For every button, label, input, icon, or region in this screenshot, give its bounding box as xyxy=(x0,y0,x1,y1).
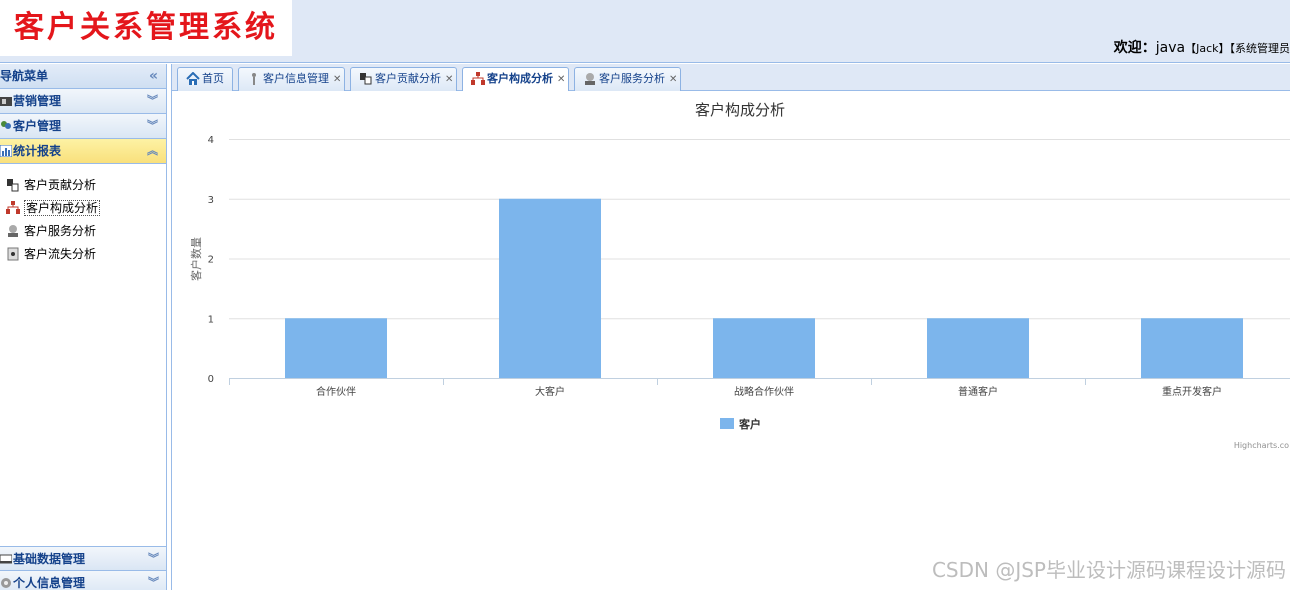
tab-label: 客户构成分析 xyxy=(487,72,553,85)
sidebar-group-label: 基础数据管理 xyxy=(13,552,86,566)
sidebar-item-composition[interactable]: 客户构成分析 xyxy=(0,197,166,220)
app-header: 客户关系管理系统 欢迎：java【Jack】【系统管理员 xyxy=(0,0,1290,63)
content-panel: 客户构成分析 0 1 2 3 4 客户数量 合作伙伴 大客户 战略合作伙伴 普通客户 重点开发客… xyxy=(171,91,1290,590)
y-axis-label: 客户数量 xyxy=(189,237,203,281)
y-tick-label: 3 xyxy=(208,195,214,206)
bar xyxy=(927,318,1029,378)
legend-swatch xyxy=(720,418,734,429)
y-tick-label: 4 xyxy=(208,135,214,146)
sidebar-item-label: 客户贡献分析 xyxy=(24,178,97,192)
x-tick-label: 大客户 xyxy=(535,385,565,398)
tab-label: 首页 xyxy=(202,72,224,85)
chart-gridlines xyxy=(229,139,1290,320)
marketing-icon xyxy=(0,97,12,106)
composition-chart: 客户构成分析 0 1 2 3 4 客户数量 合作伙伴 大客户 战略合作伙伴 普通客户 重点开发客… xyxy=(189,101,1290,450)
churn-icon xyxy=(7,247,19,261)
y-tick-label: 2 xyxy=(208,255,214,266)
sidebar-title: 导航菜单 « xyxy=(0,64,166,89)
tab-home[interactable]: 首页 xyxy=(177,67,233,91)
composition-icon xyxy=(6,201,20,214)
legend-label: 客户 xyxy=(738,417,761,431)
tab-service[interactable]: 客户服务分析 ✕ xyxy=(574,67,681,91)
welcome-bar: 欢迎：java【Jack】【系统管理员 xyxy=(1114,37,1290,57)
close-tab-icon[interactable]: ✕ xyxy=(557,74,565,85)
sidebar-group-personal-info[interactable]: 个人信息管理 ︾ xyxy=(0,571,166,590)
customer-icon xyxy=(1,121,11,129)
sidebar-group-label: 个人信息管理 xyxy=(13,576,86,590)
report-icon xyxy=(0,145,12,157)
sidebar-item-label: 客户服务分析 xyxy=(24,224,97,238)
sidebar-group-label: 客户管理 xyxy=(13,119,62,133)
collapse-chevron-icon[interactable]: ︽ xyxy=(147,139,158,163)
sidebar-group-label: 统计报表 xyxy=(13,144,62,158)
tab-bar: 首页 客户信息管理 ✕ 客户贡献分析 ✕ 客户构成分析 ✕ 客户服务分析 ✕ xyxy=(171,64,1290,92)
close-tab-icon[interactable]: ✕ xyxy=(445,74,453,85)
x-tick-label: 合作伙伴 xyxy=(316,385,356,398)
user-detail: 【Jack】【系统管理员 xyxy=(1185,42,1290,55)
welcome-label: 欢迎： xyxy=(1113,40,1156,56)
sidebar-item-label: 客户构成分析 xyxy=(24,200,101,216)
tab-label: 客户贡献分析 xyxy=(375,72,441,85)
nav-sidebar: 导航菜单 « 营销管理 ︾ 客户管理 ︾ 统计报表 ︽ 客户贡献分析 客户构成分… xyxy=(0,64,167,590)
sidebar-item-contribution[interactable]: 客户贡献分析 xyxy=(0,174,166,197)
y-axis-ticks: 0 1 2 3 4 xyxy=(208,135,214,385)
expand-chevron-icon[interactable]: ︾ xyxy=(147,114,158,138)
watermark: CSDN @JSP毕业设计源码课程设计源码 xyxy=(931,558,1286,582)
bar xyxy=(713,318,815,378)
x-tick-label: 战略合作伙伴 xyxy=(734,385,794,398)
close-tab-icon[interactable]: ✕ xyxy=(669,74,677,85)
app-logo: 客户关系管理系统 xyxy=(0,0,292,56)
basic-data-icon xyxy=(0,554,12,564)
sidebar-group-basic-data[interactable]: 基础数据管理 ︾ xyxy=(0,546,166,571)
y-tick-label: 0 xyxy=(208,374,214,385)
chart-legend[interactable]: 客户 xyxy=(720,417,761,431)
sidebar-title-label: 导航菜单 xyxy=(0,69,49,83)
collapse-sidebar-icon[interactable]: « xyxy=(149,64,158,88)
y-tick-label: 1 xyxy=(208,314,214,325)
x-tick-label: 普通客户 xyxy=(958,385,998,398)
bar xyxy=(285,318,387,378)
sidebar-group-customer[interactable]: 客户管理 ︾ xyxy=(0,114,166,139)
sidebar-item-label: 客户流失分析 xyxy=(24,247,97,261)
sidebar-item-service[interactable]: 客户服务分析 xyxy=(0,220,166,243)
x-tick-label: 重点开发客户 xyxy=(1162,385,1222,398)
tab-customer-info[interactable]: 客户信息管理 ✕ xyxy=(238,67,345,91)
sidebar-group-reports[interactable]: 统计报表 ︽ xyxy=(0,139,166,164)
contribution-icon xyxy=(360,73,372,85)
sidebar-group-marketing[interactable]: 营销管理 ︾ xyxy=(0,89,166,114)
sidebar-report-items: 客户贡献分析 客户构成分析 客户服务分析 客户流失分析 xyxy=(0,164,166,548)
sidebar-group-label: 营销管理 xyxy=(13,94,62,108)
tab-composition[interactable]: 客户构成分析 ✕ xyxy=(462,67,569,92)
tab-contribution[interactable]: 客户贡献分析 ✕ xyxy=(350,67,457,91)
sidebar-item-churn[interactable]: 客户流失分析 xyxy=(0,243,166,266)
expand-chevron-icon[interactable]: ︾ xyxy=(148,571,159,590)
service-icon xyxy=(8,225,18,237)
service-icon xyxy=(585,73,595,85)
bar xyxy=(499,198,601,378)
customer-info-icon xyxy=(252,73,256,85)
tab-label: 客户信息管理 xyxy=(263,72,329,85)
tab-label: 客户服务分析 xyxy=(599,72,665,85)
expand-chevron-icon[interactable]: ︾ xyxy=(148,547,159,571)
personal-info-icon xyxy=(1,578,11,588)
chart-credits[interactable]: Highcharts.co xyxy=(1234,441,1289,450)
sidebar-bottom-groups: 基础数据管理 ︾ 个人信息管理 ︾ xyxy=(0,546,166,590)
close-tab-icon[interactable]: ✕ xyxy=(333,74,341,85)
bar xyxy=(1141,318,1243,378)
contribution-icon xyxy=(7,179,19,192)
chart-title: 客户构成分析 xyxy=(695,101,785,119)
chart-bars xyxy=(285,198,1243,378)
x-axis: 合作伙伴 大客户 战略合作伙伴 普通客户 重点开发客户 xyxy=(229,378,1290,398)
username: java xyxy=(1155,40,1186,56)
home-icon xyxy=(186,72,200,85)
expand-chevron-icon[interactable]: ︾ xyxy=(147,89,158,113)
composition-icon xyxy=(471,72,485,85)
